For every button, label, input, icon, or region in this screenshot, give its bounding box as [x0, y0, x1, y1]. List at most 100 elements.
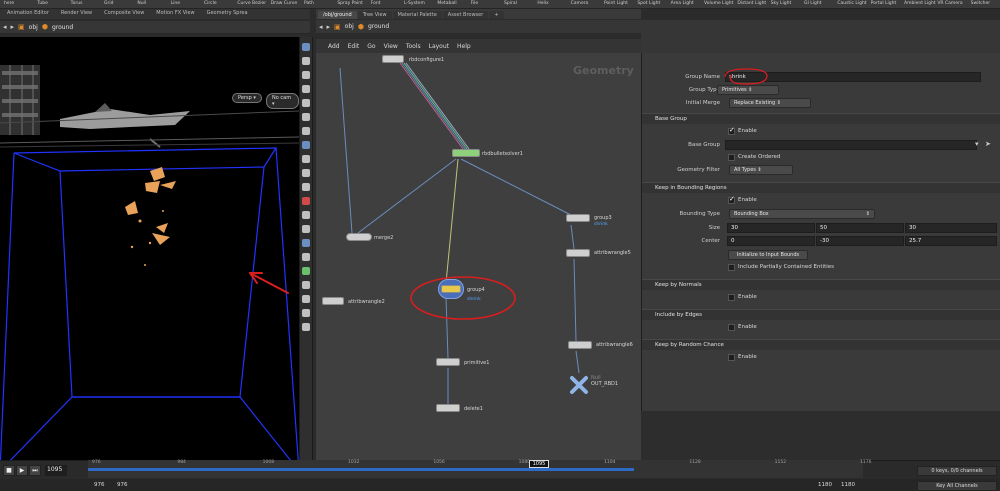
- tab-render-view[interactable]: Render View: [55, 9, 98, 19]
- base-group-menu-icon[interactable]: ▾: [975, 140, 979, 148]
- initial-merge-dropdown[interactable]: Replace Existing ⇕: [729, 98, 811, 108]
- section-keep-by-normals[interactable]: Keep by Normals: [642, 279, 1000, 290]
- node-rbdconfigure1[interactable]: [382, 55, 404, 63]
- menu-go[interactable]: Go: [367, 43, 375, 50]
- node-merge2[interactable]: [346, 233, 372, 241]
- shelf-item[interactable]: Draw Curve: [271, 1, 297, 6]
- edges-enable-checkbox[interactable]: [728, 324, 735, 331]
- init-bounds-button[interactable]: Initialize to Input Bounds: [728, 250, 808, 260]
- partial-checkbox[interactable]: [728, 264, 735, 271]
- random-enable-checkbox[interactable]: [728, 354, 735, 361]
- node-delete1[interactable]: [436, 404, 460, 412]
- size-y-field[interactable]: 50: [816, 223, 904, 233]
- menu-add[interactable]: Add: [328, 43, 340, 50]
- start-frame-field[interactable]: 976: [94, 482, 105, 488]
- tab-material-palette[interactable]: Material Palette: [392, 11, 442, 19]
- tab-tree-view[interactable]: Tree View: [357, 11, 392, 19]
- shelf-item[interactable]: Volume Light: [704, 1, 733, 6]
- shade-icon[interactable]: [302, 281, 310, 289]
- shelf-item[interactable]: Camera: [571, 1, 589, 6]
- shelf-item[interactable]: Grid: [104, 1, 113, 6]
- menu-help[interactable]: Help: [457, 43, 471, 50]
- tab-animation-editor[interactable]: Animation Editor: [2, 9, 54, 19]
- skip-end-button[interactable]: ⏭: [29, 465, 41, 476]
- flipbook-icon[interactable]: [302, 239, 310, 247]
- rotate-icon[interactable]: [302, 71, 310, 79]
- shelf-item[interactable]: L-System: [404, 1, 425, 6]
- center-z-field[interactable]: 25.7: [905, 236, 997, 246]
- section-include-by-edges[interactable]: Include by Edges: [642, 309, 1000, 320]
- select-icon[interactable]: [302, 43, 310, 51]
- net-path-ground[interactable]: ground: [368, 23, 389, 30]
- scale-icon[interactable]: [302, 85, 310, 93]
- geometry-filter-dropdown[interactable]: All Types ⇕: [729, 165, 793, 175]
- shelf-item[interactable]: Portal Light: [871, 1, 897, 6]
- texture-icon[interactable]: [302, 295, 310, 303]
- snap-icon[interactable]: [302, 141, 310, 149]
- normals-enable-checkbox[interactable]: [728, 294, 735, 301]
- shelf-item[interactable]: GI Light: [804, 1, 821, 6]
- node-attribwrangle2[interactable]: [322, 297, 344, 305]
- shelf-item[interactable]: Spot Light: [637, 1, 660, 6]
- shelf-item[interactable]: Circle: [204, 1, 217, 6]
- section-bounding-regions[interactable]: Keep in Bounding Regions: [642, 182, 1000, 193]
- null-node-icon[interactable]: [569, 375, 589, 395]
- grid-snap-icon[interactable]: [302, 155, 310, 163]
- start-frame-field-2[interactable]: 976: [117, 482, 128, 488]
- background-icon[interactable]: [302, 309, 310, 317]
- node-attribwrangle6[interactable]: [568, 341, 592, 349]
- ghost-icon[interactable]: [302, 253, 310, 261]
- net-path-obj[interactable]: obj: [345, 23, 354, 30]
- node-attribwrangle5[interactable]: [566, 249, 590, 257]
- tab-motion-fx-view[interactable]: Motion FX View: [151, 9, 200, 19]
- net-forward-icon[interactable]: ▸: [327, 23, 331, 31]
- node-rbdbulletsolver1[interactable]: [452, 149, 480, 157]
- tab-geometry-spreadsheet[interactable]: Geometry Sprea: [201, 9, 253, 19]
- info-icon[interactable]: [302, 323, 310, 331]
- section-base-group[interactable]: Base Group: [642, 113, 1000, 124]
- size-z-field[interactable]: 30: [905, 223, 997, 233]
- display-icon[interactable]: [302, 169, 310, 177]
- shelf-item[interactable]: VR Camera: [937, 1, 962, 6]
- shelf-item[interactable]: Ambient Light: [904, 1, 936, 6]
- end-frame-field[interactable]: 1180: [818, 482, 832, 488]
- path-obj[interactable]: obj: [29, 24, 38, 31]
- node-group3[interactable]: [566, 214, 590, 222]
- back-arrow-icon[interactable]: ◂: [3, 23, 7, 31]
- menu-layout[interactable]: Layout: [429, 43, 449, 50]
- shelf-item[interactable]: Area Light: [671, 1, 694, 6]
- camera-menu[interactable]: No cam ▾: [266, 93, 299, 109]
- key-all-channels-button[interactable]: Key All Channels: [917, 481, 997, 491]
- shelf-item[interactable]: Spiral: [504, 1, 517, 6]
- path-ground[interactable]: ground: [52, 24, 73, 31]
- base-group-enable-checkbox[interactable]: [728, 126, 735, 135]
- shelf-item[interactable]: Tube: [37, 1, 48, 6]
- center-x-field[interactable]: 0: [727, 236, 815, 246]
- shelf-item[interactable]: here: [4, 1, 14, 6]
- shelf-item[interactable]: Distant Light: [737, 1, 766, 6]
- view-icon[interactable]: [302, 127, 310, 135]
- pose-icon[interactable]: [302, 113, 310, 121]
- bounding-type-dropdown[interactable]: Bounding Box ⇕: [729, 209, 875, 219]
- shelf-item[interactable]: Sky Light: [771, 1, 792, 6]
- stop-button[interactable]: ■: [3, 465, 15, 476]
- wire-icon[interactable]: [302, 183, 310, 191]
- node-primitive1[interactable]: [436, 358, 460, 366]
- end-frame-field-2[interactable]: 1180: [841, 482, 855, 488]
- menu-view[interactable]: View: [384, 43, 398, 50]
- shelf-item[interactable]: Curve Bezier: [237, 1, 266, 6]
- tab-asset-browser[interactable]: Asset Browser: [442, 11, 489, 19]
- forward-arrow-icon[interactable]: ▸: [11, 23, 15, 31]
- base-group-field[interactable]: [725, 140, 977, 150]
- network-editor[interactable]: Geometry rbdconfigure1 rbdbulletsolver1 …: [316, 53, 641, 460]
- net-back-icon[interactable]: ◂: [319, 23, 323, 31]
- shelf-item[interactable]: Path: [304, 1, 314, 6]
- play-button[interactable]: ▶: [16, 465, 28, 476]
- select-arrow-icon[interactable]: ➤: [985, 140, 991, 148]
- shelf-item[interactable]: Null: [137, 1, 146, 6]
- shelf-item[interactable]: Caustic Light: [837, 1, 866, 6]
- shelf-item[interactable]: Point Light: [604, 1, 628, 6]
- shelf-item[interactable]: Helix: [537, 1, 548, 6]
- bounding-enable-checkbox[interactable]: [728, 195, 735, 204]
- scene-viewport[interactable]: Persp ▾ No cam ▾: [0, 37, 299, 460]
